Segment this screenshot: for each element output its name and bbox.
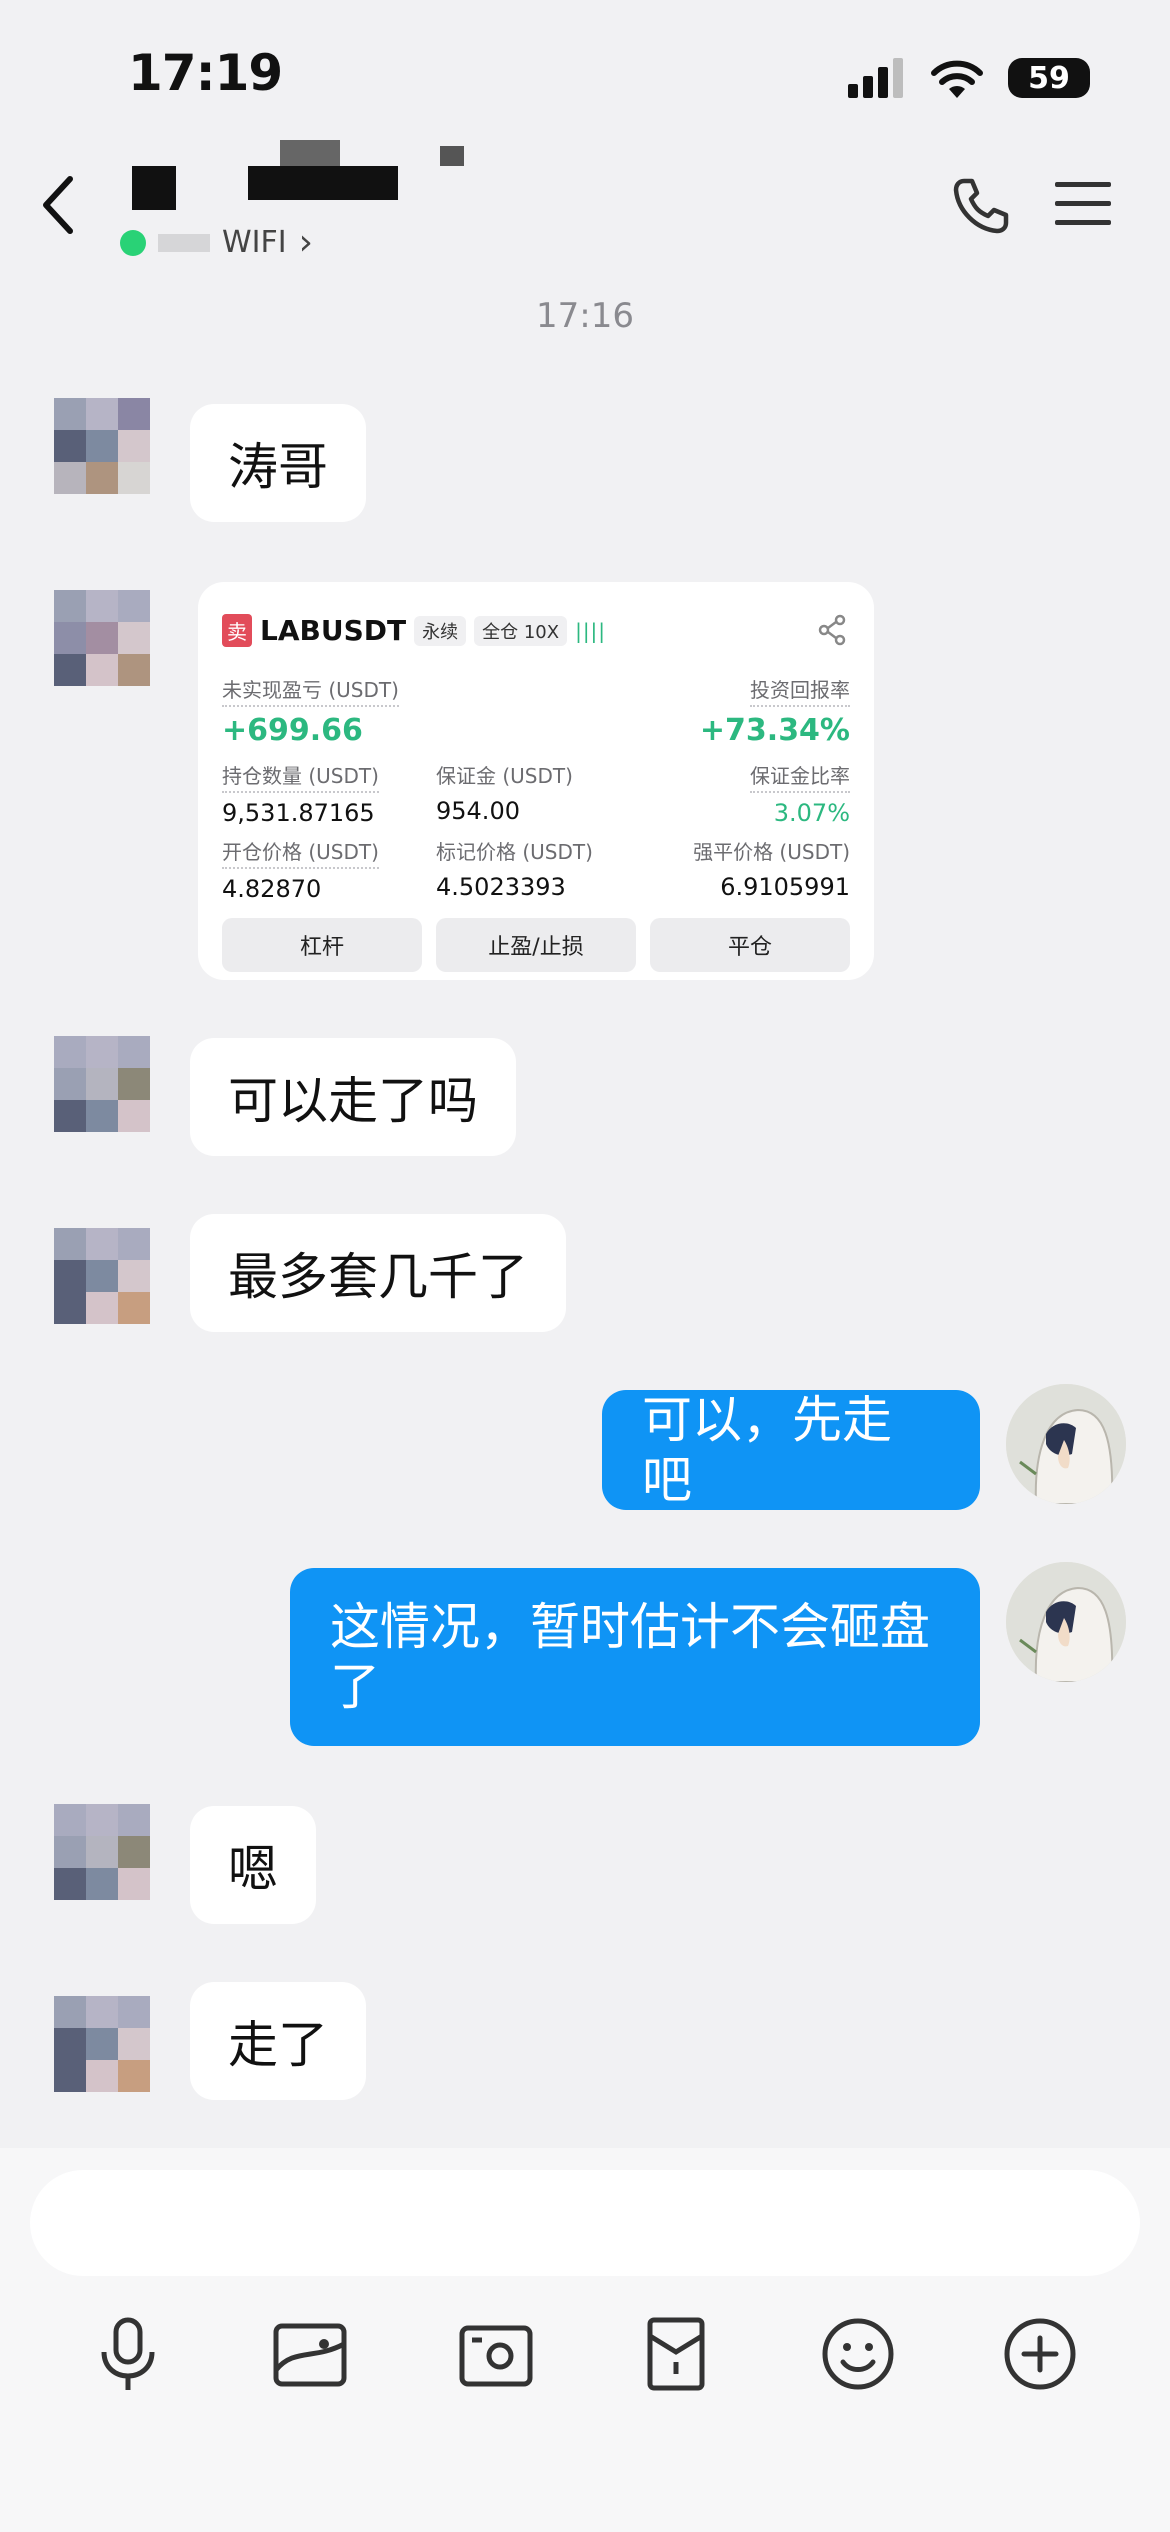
contract-type-tag: 永续 xyxy=(414,615,467,646)
my-avatar[interactable] xyxy=(1006,1562,1126,1682)
plus-icon[interactable] xyxy=(1000,2314,1080,2394)
contact-name-redacted[interactable] xyxy=(120,140,480,210)
entry-price-label: 开仓价格 (USDT) xyxy=(222,836,379,869)
contact-avatar[interactable] xyxy=(54,1228,150,1324)
contact-avatar[interactable] xyxy=(54,1996,150,2092)
roi-label: 投资回报率 xyxy=(750,674,850,707)
image-icon[interactable] xyxy=(270,2314,350,2394)
back-icon[interactable] xyxy=(40,175,76,235)
message-text: 可以走了吗 xyxy=(228,1072,478,1130)
contact-avatar[interactable] xyxy=(54,1804,150,1900)
entry-price-value: 4.82870 xyxy=(222,875,322,903)
chat-timestamp: 17:16 xyxy=(536,296,634,336)
outgoing-message-bubble[interactable]: 可以，先走吧 xyxy=(602,1390,980,1510)
contact-avatar[interactable] xyxy=(54,1036,150,1132)
microphone-icon[interactable] xyxy=(88,2314,168,2394)
unrealized-pnl-label: 未实现盈亏 (USDT) xyxy=(222,674,399,707)
battery-indicator: 59 xyxy=(1008,58,1090,98)
sell-badge: 卖 xyxy=(222,614,252,647)
liquidation-price-value: 6.9105991 xyxy=(720,873,850,901)
status-time: 17:19 xyxy=(128,44,283,102)
contact-avatar[interactable] xyxy=(54,398,150,494)
composer xyxy=(0,2148,1170,2532)
share-icon[interactable] xyxy=(816,614,848,646)
position-size-label: 持仓数量 (USDT) xyxy=(222,760,379,793)
liquidation-price-label: 强平价格 (USDT) xyxy=(693,840,850,864)
message-bubble[interactable]: 嗯 xyxy=(190,1806,316,1924)
leverage-button[interactable]: 杠杆 xyxy=(222,918,422,972)
message-text: 涛哥 xyxy=(228,438,328,496)
mark-price-value: 4.5023393 xyxy=(436,873,566,901)
margin-value: 954.00 xyxy=(436,797,520,825)
margin-mode-tag: 全仓 10X xyxy=(474,615,568,646)
unrealized-pnl-value: +699.66 xyxy=(222,713,363,748)
close-position-button[interactable]: 平仓 xyxy=(650,918,850,972)
camera-icon[interactable] xyxy=(456,2314,536,2394)
message-bubble[interactable]: 走了 xyxy=(190,1982,366,2100)
trade-position-card[interactable]: 卖 LABUSDT 永续 全仓 10X |||| 未实现盈亏 (USDT) +6… xyxy=(198,582,874,980)
phone-icon[interactable] xyxy=(950,175,1010,235)
margin-ratio-value: 3.07% xyxy=(773,799,850,827)
take-profit-stop-loss-button[interactable]: 止盈/止损 xyxy=(436,918,636,972)
leverage-bars-icon: |||| xyxy=(575,618,607,643)
margin-ratio-label: 保证金比率 xyxy=(750,760,850,793)
message-input[interactable] xyxy=(30,2170,1140,2276)
redacted-status xyxy=(158,233,210,252)
mark-price-label: 标记价格 (USDT) xyxy=(436,840,593,864)
red-packet-icon[interactable] xyxy=(636,2314,716,2394)
status-icons: 59 xyxy=(848,50,1090,106)
online-dot xyxy=(120,229,146,256)
message-text: 嗯 xyxy=(228,1840,278,1898)
chat-header: WIFI › xyxy=(0,120,1170,280)
message-bubble[interactable]: 涛哥 xyxy=(190,404,366,522)
roi-value: +73.34% xyxy=(699,713,850,748)
my-avatar[interactable] xyxy=(1006,1384,1126,1504)
message-text: 可以，先走吧 xyxy=(642,1391,892,1509)
emoji-icon[interactable] xyxy=(818,2314,898,2394)
outgoing-message-bubble[interactable]: 这情况，暂时估计不会砸盘了 xyxy=(290,1568,980,1746)
contact-avatar[interactable] xyxy=(54,590,150,686)
hooded-character-icon xyxy=(1006,1562,1126,1682)
online-label: WIFI xyxy=(222,225,287,260)
menu-icon[interactable] xyxy=(1055,180,1111,228)
message-bubble[interactable]: 可以走了吗 xyxy=(190,1038,516,1156)
wifi-icon xyxy=(931,60,983,98)
hooded-character-icon xyxy=(1006,1384,1126,1504)
message-text: 走了 xyxy=(228,2016,328,2074)
trade-symbol: LABUSDT xyxy=(260,614,407,647)
online-status[interactable]: WIFI › xyxy=(120,222,313,263)
message-text: 这情况，暂时估计不会砸盘了 xyxy=(330,1598,930,1716)
message-bubble[interactable]: 最多套几千了 xyxy=(190,1214,566,1332)
message-text: 最多套几千了 xyxy=(228,1248,528,1306)
chevron-right-icon: › xyxy=(298,222,314,263)
signal-icon xyxy=(848,58,903,98)
margin-label: 保证金 (USDT) xyxy=(436,764,573,788)
position-size-value: 9,531.87165 xyxy=(222,799,375,827)
